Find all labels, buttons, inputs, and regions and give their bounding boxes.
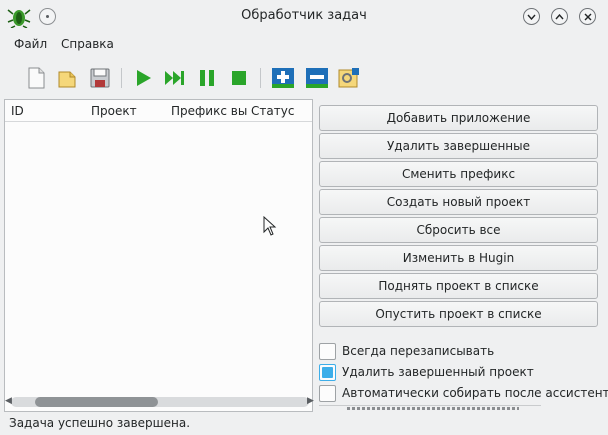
column-prefix[interactable]: Префикс вы [171, 104, 247, 118]
toolbar-separator [121, 68, 122, 88]
always-overwrite-option[interactable]: Всегда перезаписывать [319, 342, 494, 360]
minimize-icon [527, 14, 536, 20]
menu-help[interactable]: Справка [61, 37, 114, 51]
delete-finished-option[interactable]: Удалить завершенный проект [319, 363, 534, 381]
title-bar: Обработчик задач [0, 0, 608, 32]
scroll-left-icon[interactable]: ◀ [5, 396, 12, 406]
toolbar-separator [260, 68, 261, 88]
menu-file[interactable]: Файл [14, 37, 47, 51]
open-folder-icon[interactable] [56, 66, 80, 90]
add-application-button[interactable]: Добавить приложение [319, 105, 598, 131]
always-overwrite-checkbox[interactable] [319, 342, 336, 360]
auto-assistant-option[interactable]: Автоматически собирать после ассистента [319, 384, 608, 402]
new-file-icon[interactable] [24, 66, 48, 90]
reset-all-button[interactable]: Сбросить все [319, 217, 598, 243]
new-project-button[interactable]: Создать новый проект [319, 189, 598, 215]
scroll-right-icon[interactable]: ▶ [307, 396, 314, 406]
close-button[interactable] [579, 8, 596, 25]
delete-finished-checkbox[interactable] [319, 363, 336, 381]
edit-in-hugin-button[interactable]: Изменить в Hugin [319, 245, 598, 271]
close-icon [584, 13, 591, 20]
auto-assistant-label: Автоматически собирать после ассистента [342, 386, 608, 400]
task-list[interactable]: ID Проект Префикс вы Статус ◀ ▶ [4, 99, 314, 412]
add-icon[interactable] [271, 66, 295, 90]
settings-icon[interactable] [337, 66, 361, 90]
horizontal-scrollbar[interactable]: ◀ ▶ [5, 396, 314, 407]
toolbar [0, 62, 608, 94]
minimize-button[interactable] [523, 8, 540, 25]
always-overwrite-label: Всегда перезаписывать [342, 344, 495, 358]
clipped-option-row [319, 405, 541, 411]
maximize-button[interactable] [551, 8, 568, 25]
pause-icon[interactable] [195, 66, 219, 90]
window-title: Обработчик задач [241, 8, 367, 23]
column-project[interactable]: Проект [91, 104, 137, 118]
remove-finished-button[interactable]: Удалить завершенные [319, 133, 598, 159]
stop-icon[interactable] [227, 66, 251, 90]
save-icon[interactable] [88, 66, 112, 90]
delete-finished-label: Удалить завершенный проект [342, 365, 534, 379]
move-up-button[interactable]: Поднять проект в списке [319, 273, 598, 299]
status-message: Задача успешно завершена. [9, 416, 191, 430]
auto-assistant-checkbox[interactable] [319, 384, 336, 402]
change-prefix-button[interactable]: Сменить префикс [319, 161, 598, 187]
move-down-button[interactable]: Опустить проект в списке [319, 301, 598, 327]
scrollbar-thumb[interactable] [35, 397, 158, 407]
mouse-cursor-icon [263, 216, 277, 236]
list-header: ID Проект Префикс вы Статус [5, 100, 312, 122]
remove-icon[interactable] [305, 66, 329, 90]
menu-bar: Файл Справка [0, 34, 608, 54]
play-icon[interactable] [131, 66, 155, 90]
fast-forward-icon[interactable] [163, 66, 187, 90]
maximize-icon [555, 13, 564, 19]
column-id[interactable]: ID [11, 104, 24, 118]
column-status[interactable]: Статус [251, 104, 294, 118]
